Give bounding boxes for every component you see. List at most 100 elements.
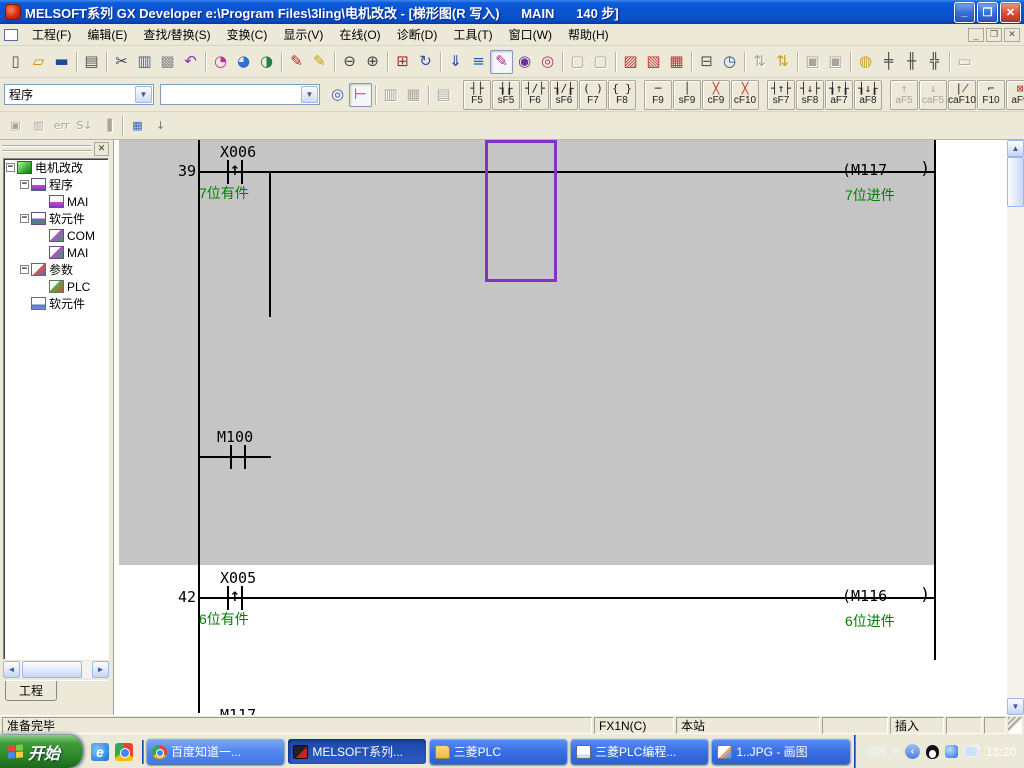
pc-write-icon[interactable]: ▢ xyxy=(589,50,612,74)
scroll-up-icon[interactable]: ▲ xyxy=(1007,140,1024,157)
contact-x006[interactable]: ↑ xyxy=(223,160,247,184)
clock-setting-icon[interactable]: ◷ xyxy=(718,50,741,74)
tree-item-comment-common[interactable]: COM xyxy=(4,227,108,244)
ime-arrow-icon[interactable]: ▾ xyxy=(892,745,899,758)
coil-m117-label[interactable]: (M117 xyxy=(842,161,887,179)
comment-edit-icon[interactable]: ✎ xyxy=(285,50,308,74)
sidebar-grip[interactable]: ✕ xyxy=(0,140,111,157)
tile-windows-icon[interactable]: ▣ xyxy=(824,50,847,74)
step-jump-icon[interactable]: S↓ xyxy=(73,114,96,138)
coil-list-icon[interactable]: ╫ xyxy=(900,50,923,74)
F7[interactable]: ( )F7 xyxy=(579,80,607,110)
ladder-canvas[interactable]: 39 X006 ↑ 7位有件 (M117 ) 7位进件 M100 42 X005… xyxy=(114,140,1008,715)
menu-online[interactable]: 在线(O) xyxy=(331,23,388,46)
F8[interactable]: { }F8 xyxy=(608,80,636,110)
undo-icon[interactable]: ↶ xyxy=(179,50,202,74)
cut-icon[interactable]: ✂ xyxy=(110,50,133,74)
tab-project[interactable]: 工程 xyxy=(5,681,57,701)
contact-m100[interactable] xyxy=(226,445,250,469)
ladder-vscrollbar[interactable]: ▲ ▼ xyxy=(1007,140,1024,715)
find-string-icon[interactable]: ◑ xyxy=(255,50,278,74)
chrome-icon[interactable] xyxy=(115,743,133,761)
device-batch-icon[interactable]: ⊟ xyxy=(695,50,718,74)
task-mitsubishi-plc-folder[interactable]: 三菱PLC xyxy=(430,739,567,764)
vscroll-thumb[interactable] xyxy=(1007,157,1024,207)
aF5[interactable]: ↑aF5 xyxy=(890,80,918,110)
tree-expander-icon[interactable] xyxy=(38,248,47,257)
tree-expander-icon[interactable] xyxy=(38,197,47,206)
aF9[interactable]: ⊠aF9 xyxy=(1006,80,1024,110)
F6[interactable]: ┤/├F6 xyxy=(521,80,549,110)
sF7[interactable]: ┤↑├sF7 xyxy=(767,80,795,110)
F5[interactable]: ┤├F5 xyxy=(463,80,491,110)
tree-item-device-memory[interactable]: 软元件 xyxy=(4,295,108,312)
tree-expander-icon[interactable] xyxy=(20,299,29,308)
device-use-list-icon[interactable]: ╬ xyxy=(923,50,946,74)
tree-expander-icon[interactable]: − xyxy=(20,180,29,189)
hscroll-thumb[interactable] xyxy=(22,661,82,678)
combo-dropdown-icon[interactable]: ▼ xyxy=(135,86,152,103)
ie-icon[interactable]: e xyxy=(91,743,109,761)
keyboard-icon[interactable]: ⌨ xyxy=(868,745,887,758)
pc-read-icon[interactable]: ▢ xyxy=(566,50,589,74)
task-mitsubishi-plc-doc[interactable]: 三菱PLC编程... xyxy=(571,739,708,764)
messenger-icon[interactable] xyxy=(945,745,958,758)
tree-item-device-comment[interactable]: − 软元件 xyxy=(4,210,108,227)
memory-block-icon[interactable]: ▦ xyxy=(126,114,149,138)
tree-item-parameter-plc[interactable]: PLC xyxy=(4,278,108,295)
aF8[interactable]: ┧↓┟aF8 xyxy=(854,80,882,110)
qq-icon[interactable] xyxy=(926,745,939,759)
device-find-combo[interactable]: ▼ xyxy=(160,84,320,105)
caF10[interactable]: ∤caF10 xyxy=(948,80,976,110)
new-file-icon[interactable]: ▯ xyxy=(4,50,27,74)
monitor-mode-icon[interactable]: ◉ xyxy=(513,50,536,74)
task-melsoft[interactable]: MELSOFT系列... xyxy=(288,739,425,764)
tree-expander-icon[interactable] xyxy=(38,282,47,291)
menu-help[interactable]: 帮助(H) xyxy=(560,23,617,46)
tree-expander-icon[interactable]: − xyxy=(20,214,29,223)
menu-edit[interactable]: 编辑(E) xyxy=(79,23,135,46)
tree-item-comment-main[interactable]: MAI xyxy=(4,244,108,261)
sF6[interactable]: ┧/┟sF6 xyxy=(550,80,578,110)
cascade-windows-icon[interactable]: ▣ xyxy=(801,50,824,74)
restore-button[interactable]: ❐ xyxy=(977,2,998,23)
tree-item-parameter[interactable]: − 参数 xyxy=(4,261,108,278)
start-button[interactable]: 开始 xyxy=(0,735,82,768)
menu-convert[interactable]: 变换(C) xyxy=(219,23,276,46)
scroll-right-icon[interactable]: ► xyxy=(92,661,109,678)
task-baidu-zhidao[interactable]: 百度知道一... xyxy=(147,739,284,764)
child-window-icon[interactable] xyxy=(4,29,18,41)
screen-jump-icon[interactable]: ▣ xyxy=(4,114,27,138)
monitor-refresh-icon[interactable]: ↻ xyxy=(414,50,437,74)
hide-icons-chevron-icon[interactable]: ‹ xyxy=(905,744,920,759)
task-paint[interactable]: 1..JPG - 画图 xyxy=(712,739,849,764)
data-type-combo[interactable]: 程序 ▼ xyxy=(4,84,154,105)
resize-grip[interactable] xyxy=(1008,717,1022,734)
print-icon[interactable]: ▤ xyxy=(80,50,103,74)
menu-window[interactable]: 窗口(W) xyxy=(501,23,560,46)
comment-display-icon[interactable]: ⊞ xyxy=(391,50,414,74)
aF7[interactable]: ┧↑┟aF7 xyxy=(825,80,853,110)
device-find-icon[interactable]: ▦ xyxy=(402,83,425,107)
multi-screen-icon[interactable]: ▥ xyxy=(27,114,50,138)
sF5[interactable]: ┧┟sF5 xyxy=(492,80,520,110)
scroll-down-icon[interactable]: ▼ xyxy=(1007,698,1024,715)
find-contact-coil-icon[interactable]: ◍ xyxy=(854,50,877,74)
sidebar-close-icon[interactable]: ✕ xyxy=(94,142,109,156)
network-icon[interactable] xyxy=(964,746,978,757)
tree-expander-icon[interactable]: − xyxy=(20,265,29,274)
coil-m116-label[interactable]: (M116 xyxy=(842,587,887,605)
close-button[interactable]: ✕ xyxy=(1000,2,1021,23)
cF10[interactable]: ╳cF10 xyxy=(731,80,759,110)
instruction-help-icon[interactable]: ▥ xyxy=(379,83,402,107)
find-icon[interactable]: ◔ xyxy=(209,50,232,74)
edit-cursor[interactable] xyxy=(485,140,557,282)
child-restore-button[interactable]: ❐ xyxy=(986,28,1002,42)
statement-edit-icon[interactable]: ✎ xyxy=(308,50,331,74)
sF8[interactable]: ┤↓├sF8 xyxy=(796,80,824,110)
online-compare-icon[interactable]: ▦ xyxy=(665,50,688,74)
block-list-icon[interactable]: ▐ xyxy=(96,114,119,138)
online-write-icon[interactable]: ▨ xyxy=(619,50,642,74)
copy-icon[interactable]: ▥ xyxy=(133,50,156,74)
ladder-edit-mode-icon[interactable]: ✎ xyxy=(490,50,513,74)
